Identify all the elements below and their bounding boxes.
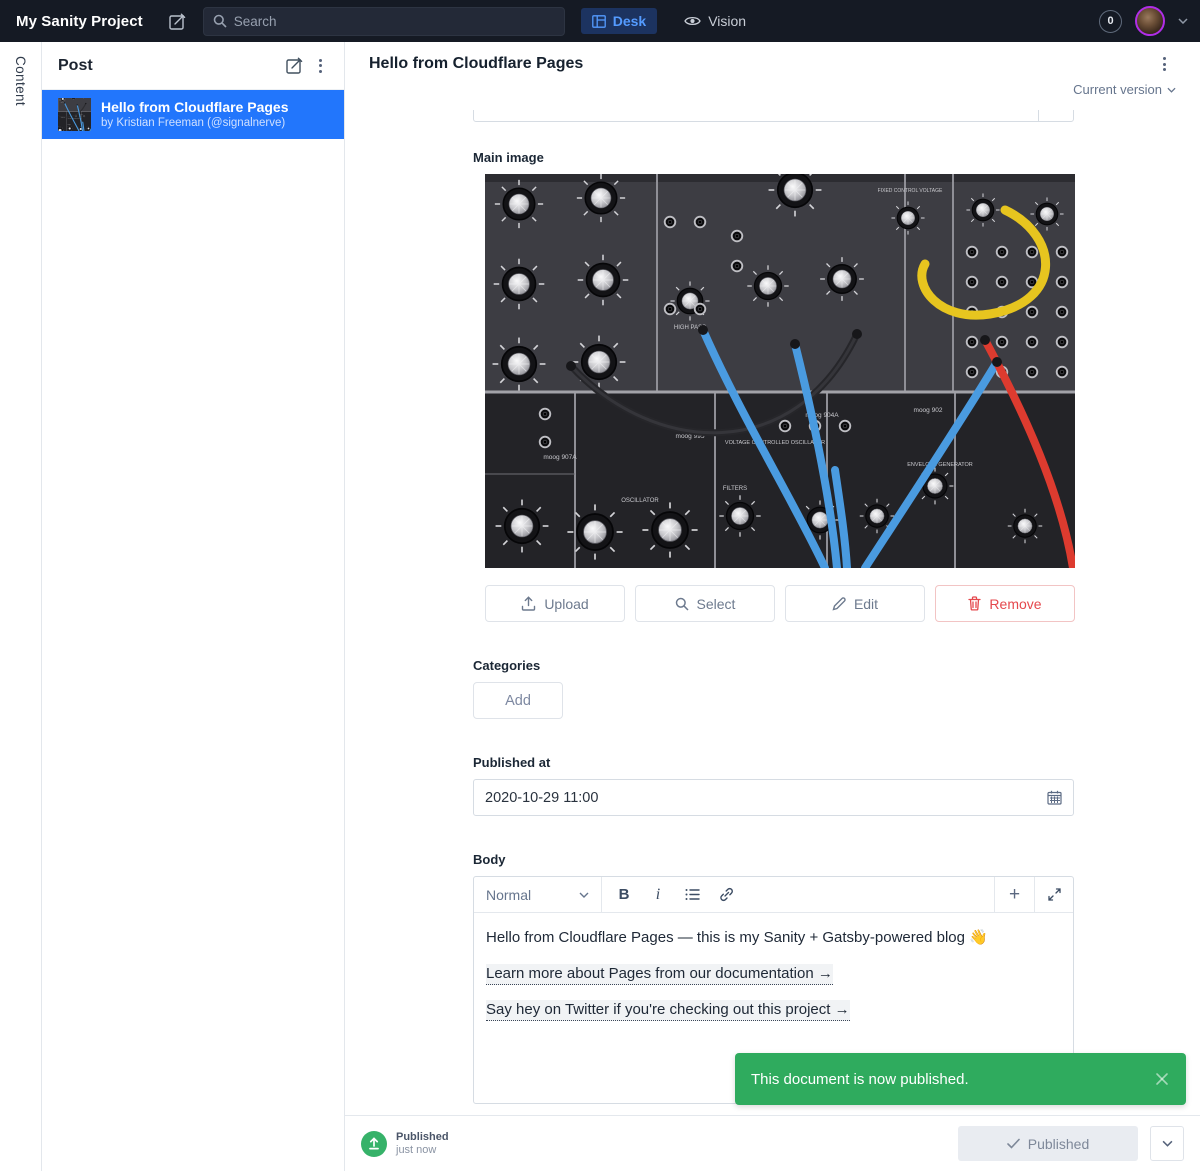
calendar-icon[interactable]	[1047, 790, 1062, 805]
project-title: My Sanity Project	[16, 13, 143, 30]
add-category-button[interactable]: Add	[473, 682, 563, 719]
field-label: Categories	[473, 658, 1074, 673]
list-item-thumbnail	[58, 98, 91, 131]
pane-menu-icon[interactable]	[308, 59, 332, 73]
top-navbar: My Sanity Project Desk Vision 0	[0, 0, 1200, 42]
publish-button-label: Published	[1028, 1136, 1090, 1152]
published-at-input[interactable]	[485, 790, 1047, 806]
chevron-down-icon[interactable]	[1178, 18, 1188, 24]
clipped-text-input[interactable]	[473, 110, 1074, 122]
publish-state: Published just now	[361, 1131, 449, 1157]
remove-button[interactable]: Remove	[935, 585, 1075, 622]
pencil-icon	[832, 597, 846, 611]
text-style-value: Normal	[486, 887, 531, 903]
upload-button-label: Upload	[544, 596, 588, 612]
upload-icon	[521, 596, 536, 611]
select-button[interactable]: Select	[635, 585, 775, 622]
pane-title: Post	[58, 57, 280, 75]
publish-toast: This document is now published.	[735, 1053, 1186, 1105]
bullet-list-button[interactable]	[676, 881, 708, 909]
field-published-at: Published at	[473, 755, 1074, 816]
tab-desk-label: Desk	[613, 13, 646, 29]
document-list-pane: Post Hello from Cloudflare Pages by Kris…	[42, 42, 345, 1171]
editor-toolbar: Normal B i	[474, 877, 1073, 913]
bold-button[interactable]: B	[608, 881, 640, 909]
content-rail-label[interactable]: Content	[13, 56, 28, 1171]
edit-button-label: Edit	[854, 596, 878, 612]
version-label: Current version	[1073, 82, 1162, 97]
document-title: Hello from Cloudflare Pages	[369, 55, 1152, 73]
list-item[interactable]: Hello from Cloudflare Pages by Kristian …	[42, 90, 344, 139]
link-button[interactable]	[710, 881, 742, 909]
publish-status-label: Published	[396, 1131, 449, 1144]
upload-button[interactable]: Upload	[485, 585, 625, 622]
published-status-icon	[361, 1131, 387, 1157]
chevron-down-icon	[579, 892, 589, 898]
bullet-list-icon	[685, 888, 700, 901]
expand-icon	[1048, 888, 1061, 901]
select-button-label: Select	[697, 596, 736, 612]
publish-menu-button[interactable]	[1150, 1126, 1184, 1161]
publish-button[interactable]: Published	[958, 1126, 1138, 1161]
toast-message: This document is now published.	[751, 1071, 1154, 1088]
fullscreen-button[interactable]	[1035, 877, 1073, 912]
tab-vision-label: Vision	[708, 13, 746, 29]
desk-icon	[592, 15, 606, 28]
tab-vision[interactable]: Vision	[673, 8, 757, 34]
document-footer: Published just now Published	[345, 1115, 1200, 1171]
chevron-down-icon	[1162, 1140, 1173, 1147]
document-editor-pane: Hello from Cloudflare Pages Current vers…	[345, 42, 1200, 1171]
content-rail: Content	[0, 42, 42, 1171]
main-image-photo[interactable]	[485, 174, 1075, 568]
search-icon	[213, 14, 227, 28]
remove-button-label: Remove	[989, 596, 1041, 612]
clipped-field	[473, 110, 1074, 122]
document-form-scrollarea[interactable]: Main image Upload	[345, 110, 1200, 1115]
list-item-subtitle: by Kristian Freeman (@signalnerve)	[101, 116, 288, 130]
search-icon	[675, 597, 689, 611]
eye-icon	[684, 15, 701, 27]
body-link-documentation[interactable]: Learn more about Pages from our document…	[486, 964, 833, 985]
publish-time: just now	[396, 1144, 449, 1157]
avatar[interactable]	[1135, 6, 1165, 36]
version-selector[interactable]: Current version	[369, 82, 1176, 97]
insert-block-button[interactable]: +	[995, 877, 1034, 912]
tab-desk[interactable]: Desk	[581, 8, 657, 34]
document-menu-icon[interactable]	[1152, 57, 1176, 71]
document-header: Hello from Cloudflare Pages Current vers…	[345, 42, 1200, 110]
field-main-image: Main image Upload	[473, 150, 1074, 622]
list-item-title: Hello from Cloudflare Pages	[101, 99, 288, 116]
check-icon	[1007, 1138, 1020, 1149]
pane-header: Post	[42, 42, 344, 90]
trash-icon	[968, 596, 981, 611]
search-input[interactable]	[234, 14, 555, 29]
body-link-twitter[interactable]: Say hey on Twitter if you're checking ou…	[486, 1000, 850, 1021]
notifications-badge[interactable]: 0	[1099, 10, 1122, 33]
text-style-select[interactable]: Normal	[474, 877, 601, 912]
chevron-down-icon	[1167, 87, 1176, 93]
search-box[interactable]	[203, 7, 565, 36]
badge-count: 0	[1107, 15, 1113, 27]
compose-icon[interactable]	[165, 8, 191, 34]
field-label: Published at	[473, 755, 1074, 770]
edit-button[interactable]: Edit	[785, 585, 925, 622]
field-categories: Categories Add	[473, 658, 1074, 719]
field-label: Main image	[473, 150, 1074, 165]
new-document-icon[interactable]	[280, 52, 308, 80]
close-icon[interactable]	[1154, 1071, 1170, 1087]
link-icon	[719, 887, 734, 902]
field-label: Body	[473, 852, 1074, 867]
body-paragraph[interactable]: Hello from Cloudflare Pages — this is my…	[486, 927, 1061, 948]
published-at-input-wrap	[473, 779, 1074, 816]
italic-button[interactable]: i	[642, 881, 674, 909]
